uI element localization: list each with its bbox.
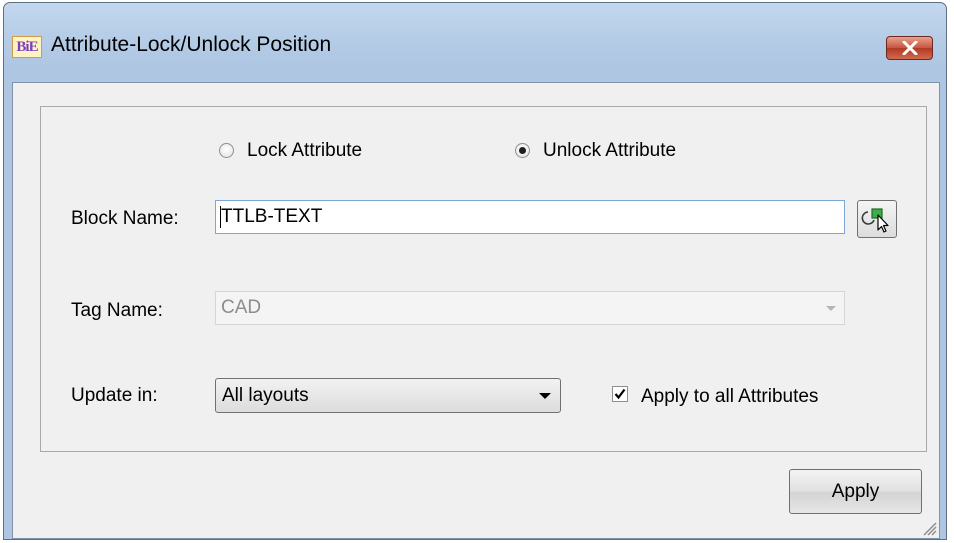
- tag-name-label: Tag Name:: [71, 300, 163, 321]
- radio-selected-dot: [519, 147, 526, 154]
- options-group: Lock Attribute Unlock Attribute Block Na…: [40, 106, 927, 452]
- app-icon: BiE: [12, 36, 42, 58]
- update-in-value: All layouts: [222, 385, 309, 406]
- dialog-client-area: Lock Attribute Unlock Attribute Block Na…: [12, 82, 940, 539]
- checkmark-icon: [614, 388, 626, 400]
- tag-name-dropdown[interactable]: CAD: [215, 291, 845, 325]
- dialog-window: BiE Attribute-Lock/Unlock Position Lock …: [3, 2, 947, 540]
- resize-grip-icon[interactable]: [921, 520, 937, 536]
- block-name-value: TTLB-TEXT: [221, 206, 323, 227]
- apply-button[interactable]: Apply: [789, 469, 922, 514]
- lock-attribute-label[interactable]: Lock Attribute: [247, 140, 362, 162]
- chevron-down-icon: [826, 306, 836, 311]
- unlock-attribute-label[interactable]: Unlock Attribute: [543, 140, 676, 162]
- tag-name-value: CAD: [221, 297, 262, 318]
- chevron-down-icon: [539, 393, 551, 399]
- update-in-label: Update in:: [71, 385, 158, 406]
- update-in-dropdown[interactable]: All layouts: [215, 378, 561, 413]
- window-title: Attribute-Lock/Unlock Position: [51, 33, 332, 56]
- select-object-icon: [861, 208, 889, 233]
- lock-attribute-radio[interactable]: [219, 143, 234, 158]
- close-button[interactable]: [886, 36, 933, 60]
- pick-block-button[interactable]: [857, 200, 897, 238]
- apply-all-attributes-checkbox[interactable]: [612, 386, 628, 402]
- block-name-input[interactable]: TTLB-TEXT: [215, 200, 845, 234]
- close-icon: [902, 41, 918, 55]
- unlock-attribute-radio[interactable]: [515, 143, 530, 158]
- apply-all-attributes-label[interactable]: Apply to all Attributes: [641, 386, 818, 408]
- block-name-label: Block Name:: [71, 208, 179, 229]
- title-bar[interactable]: BiE Attribute-Lock/Unlock Position: [4, 3, 946, 83]
